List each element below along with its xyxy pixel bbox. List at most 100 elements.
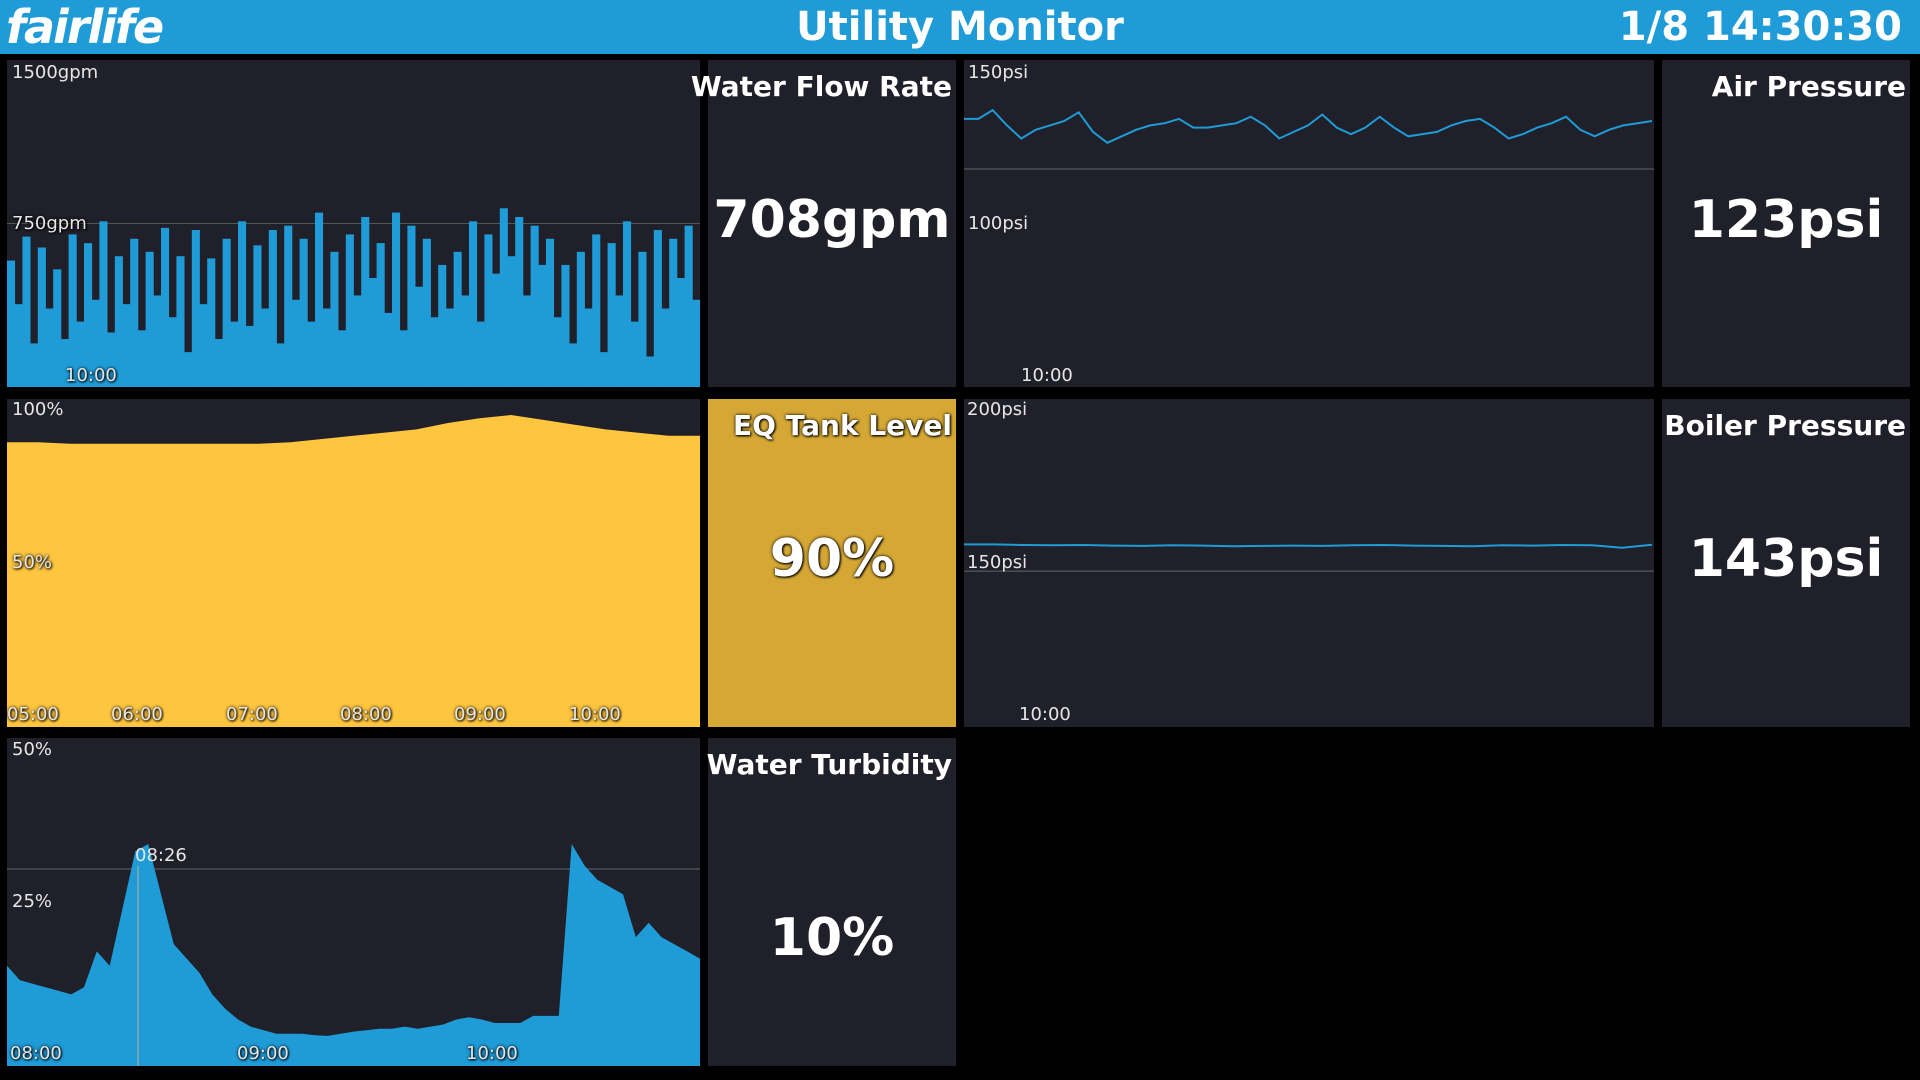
datetime-readout: 1/8 14:30:30 bbox=[1618, 4, 1902, 50]
turbidity-x-tick: 09:00 bbox=[237, 1043, 289, 1064]
water-flow-bar bbox=[615, 295, 624, 387]
water-flow-bar bbox=[646, 356, 655, 387]
eq-tank-title: EQ Tank Level bbox=[732, 409, 952, 442]
water-flow-bar bbox=[37, 247, 46, 387]
air-pressure-value: 123psi bbox=[1688, 190, 1884, 250]
water-flow-bar bbox=[276, 343, 285, 387]
boiler-pressure-stat-panel[interactable]: Boiler Pressure 143psi bbox=[1662, 399, 1910, 727]
water-flow-bar bbox=[515, 216, 524, 387]
turbidity-stat-panel[interactable]: Water Turbidity 10% bbox=[706, 738, 956, 1066]
water-flow-bar bbox=[407, 225, 416, 387]
water-flow-bar bbox=[153, 295, 162, 387]
water-flow-bar bbox=[569, 343, 578, 387]
water-flow-value: 708gpm bbox=[713, 190, 951, 250]
water-flow-bar bbox=[522, 295, 531, 387]
water-flow-bar bbox=[553, 317, 562, 387]
water-flow-bar bbox=[176, 256, 185, 387]
boiler-pressure-chart bbox=[964, 543, 1654, 572]
air-pressure-y-mid-label: 100psi bbox=[968, 213, 1029, 234]
eq-tank-area bbox=[7, 415, 700, 727]
water-flow-bar bbox=[145, 251, 154, 387]
boiler-pressure-chart-panel[interactable]: 200psi 150psi 10:00 bbox=[964, 399, 1654, 727]
water-flow-bar bbox=[361, 216, 370, 387]
water-flow-bar bbox=[415, 286, 424, 387]
eq-tank-x-tick: 07:00 bbox=[226, 704, 278, 725]
water-flow-bar bbox=[669, 238, 678, 387]
turbidity-area bbox=[7, 844, 700, 1066]
water-flow-bar bbox=[230, 321, 239, 387]
water-flow-bar bbox=[345, 234, 354, 387]
turbidity-y-top-label: 50% bbox=[12, 739, 53, 760]
water-flow-chart bbox=[7, 208, 700, 387]
water-flow-bar bbox=[315, 212, 324, 387]
water-flow-bar bbox=[214, 339, 223, 387]
water-flow-bar bbox=[168, 317, 177, 387]
water-flow-bar bbox=[291, 299, 300, 387]
water-flow-bar bbox=[53, 269, 62, 387]
turbidity-marker-label: 08:26 bbox=[135, 845, 187, 866]
water-flow-bar bbox=[499, 208, 508, 387]
water-flow-bar bbox=[653, 230, 662, 387]
boiler-pressure-title: Boiler Pressure bbox=[1664, 409, 1906, 442]
water-flow-bar bbox=[14, 304, 23, 387]
water-flow-bar bbox=[353, 295, 362, 387]
water-flow-bar bbox=[137, 330, 146, 387]
water-flow-bar bbox=[607, 243, 616, 387]
eq-tank-x-tick: 08:00 bbox=[340, 704, 392, 725]
air-pressure-chart-panel[interactable]: 150psi 100psi 10:00 bbox=[964, 60, 1654, 387]
water-flow-bar bbox=[299, 238, 308, 387]
water-flow-x-tick: 10:00 bbox=[65, 365, 117, 386]
water-flow-bar bbox=[368, 278, 377, 387]
water-flow-bar bbox=[30, 343, 39, 387]
eq-tank-value: 90% bbox=[769, 529, 895, 589]
water-flow-bar bbox=[338, 330, 347, 387]
water-flow-bar bbox=[199, 304, 208, 387]
water-flow-bar bbox=[191, 230, 200, 387]
air-pressure-title: Air Pressure bbox=[1711, 70, 1906, 103]
water-flow-bar bbox=[222, 238, 231, 387]
water-flow-bar bbox=[492, 273, 501, 387]
water-flow-bar bbox=[330, 251, 339, 387]
water-flow-bar bbox=[207, 258, 216, 387]
water-flow-bar bbox=[376, 243, 385, 387]
water-flow-bar bbox=[561, 264, 570, 387]
water-flow-stat-panel[interactable]: Water Flow Rate 708gpm bbox=[691, 60, 956, 387]
turbidity-title: Water Turbidity bbox=[706, 748, 952, 781]
water-flow-bar bbox=[99, 221, 108, 387]
water-flow-bar bbox=[530, 225, 539, 387]
air-pressure-x-tick: 10:00 bbox=[1021, 365, 1073, 386]
water-flow-bar bbox=[238, 221, 247, 387]
eq-tank-y-top-label: 100% bbox=[12, 399, 64, 420]
water-flow-bar bbox=[623, 221, 632, 387]
water-flow-bar bbox=[638, 251, 647, 387]
water-flow-bar bbox=[461, 295, 470, 387]
water-flow-bar bbox=[7, 260, 16, 387]
boiler-pressure-y-top-label: 200psi bbox=[967, 399, 1028, 420]
turbidity-x-tick: 08:00 bbox=[10, 1043, 62, 1064]
air-pressure-y-top-label: 150psi bbox=[968, 62, 1029, 83]
water-flow-bar bbox=[261, 308, 270, 387]
turbidity-chart-panel[interactable]: 50% 25% 08:26 08:00 09:00 10:00 bbox=[7, 738, 700, 1066]
eq-tank-x-tick: 06:00 bbox=[111, 704, 163, 725]
eq-tank-stat-panel[interactable]: EQ Tank Level 90% bbox=[708, 399, 956, 727]
air-pressure-stat-panel[interactable]: Air Pressure 123psi bbox=[1662, 60, 1910, 387]
water-flow-bar bbox=[630, 321, 639, 387]
water-flow-bar bbox=[399, 330, 408, 387]
air-pressure-line bbox=[964, 108, 1653, 144]
water-flow-bar bbox=[122, 304, 131, 387]
water-flow-bar bbox=[253, 245, 262, 387]
water-flow-bar bbox=[684, 225, 693, 387]
water-flow-bar bbox=[161, 227, 170, 387]
water-flow-bar bbox=[592, 234, 601, 387]
turbidity-value: 10% bbox=[769, 908, 895, 968]
water-flow-bar bbox=[445, 308, 454, 387]
water-flow-bar bbox=[438, 264, 447, 387]
eq-tank-x-tick: 05:00 bbox=[7, 704, 59, 725]
water-flow-bar bbox=[576, 251, 585, 387]
eq-tank-chart-panel[interactable]: 100% 50% 05:00 06:00 07:00 08:00 09:00 1… bbox=[7, 399, 700, 727]
water-flow-bar bbox=[469, 221, 478, 387]
water-flow-chart-panel[interactable]: 1500gpm 750gpm 10:00 bbox=[7, 60, 700, 387]
water-flow-bar bbox=[268, 230, 277, 387]
water-flow-y-top-label: 1500gpm bbox=[12, 62, 99, 83]
water-flow-title: Water Flow Rate bbox=[690, 70, 952, 103]
